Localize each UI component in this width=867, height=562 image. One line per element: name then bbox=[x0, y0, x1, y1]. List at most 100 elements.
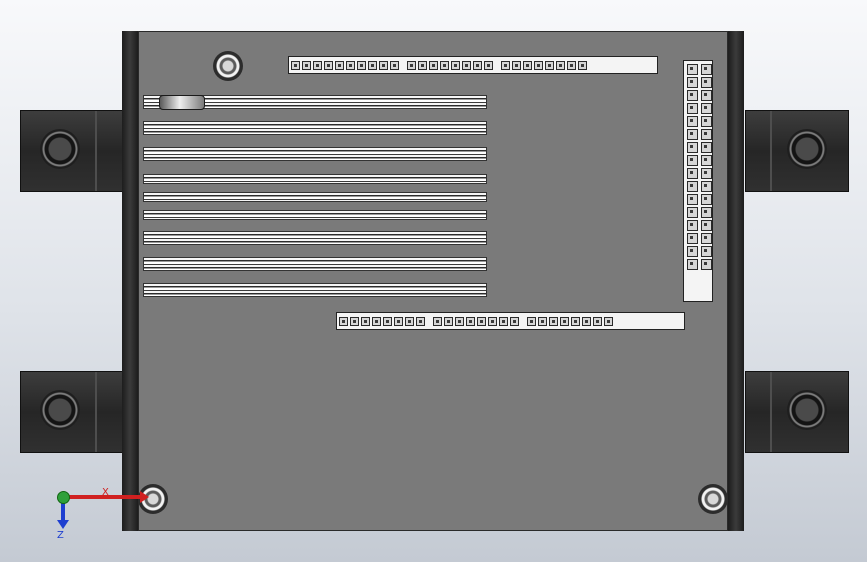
header-pin bbox=[687, 194, 698, 205]
cad-viewport[interactable]: X Z bbox=[0, 0, 867, 562]
coin-battery bbox=[159, 95, 205, 110]
expansion-slot bbox=[143, 257, 487, 271]
pin-group bbox=[527, 316, 613, 326]
expansion-slot bbox=[143, 192, 487, 202]
screw-top bbox=[213, 51, 243, 81]
header-pin bbox=[556, 60, 565, 70]
header-pin bbox=[701, 168, 712, 179]
header-pin bbox=[701, 220, 712, 231]
header-pin bbox=[462, 60, 471, 70]
header-pin bbox=[527, 316, 536, 326]
header-pin bbox=[687, 233, 698, 244]
mounting-hole bbox=[787, 129, 827, 169]
header-pin bbox=[593, 316, 602, 326]
header-pin bbox=[604, 316, 613, 326]
header-pin bbox=[313, 60, 322, 70]
header-pin bbox=[523, 60, 532, 70]
header-pin bbox=[501, 60, 510, 70]
header-pin bbox=[687, 181, 698, 192]
expansion-slot bbox=[143, 231, 487, 245]
mounting-ear-bottom-right bbox=[745, 371, 849, 453]
header-pin bbox=[701, 103, 712, 114]
header-pin bbox=[357, 60, 366, 70]
header-pin bbox=[701, 233, 712, 244]
header-pin bbox=[687, 77, 698, 88]
header-pin bbox=[687, 90, 698, 101]
y-axis-dot bbox=[57, 491, 70, 504]
header-pin bbox=[339, 316, 348, 326]
header-pin bbox=[405, 316, 414, 326]
pin-group bbox=[407, 60, 493, 70]
header-pin bbox=[291, 60, 300, 70]
header-pin bbox=[390, 60, 399, 70]
header-pin bbox=[701, 259, 712, 270]
enclosure-rail-right bbox=[728, 31, 744, 531]
header-pin bbox=[499, 316, 508, 326]
pin-header-bottom bbox=[336, 312, 685, 330]
header-pin bbox=[346, 60, 355, 70]
header-pin bbox=[567, 60, 576, 70]
header-pin bbox=[473, 60, 482, 70]
header-pin bbox=[687, 259, 698, 270]
header-pin bbox=[510, 316, 519, 326]
header-pin bbox=[687, 116, 698, 127]
header-pin bbox=[302, 60, 311, 70]
header-pin bbox=[538, 316, 547, 326]
header-pin bbox=[687, 168, 698, 179]
header-pin bbox=[701, 155, 712, 166]
header-pin bbox=[701, 194, 712, 205]
header-pin bbox=[451, 60, 460, 70]
pin-group bbox=[501, 60, 587, 70]
header-pin bbox=[444, 316, 453, 326]
mounting-ear-bottom-left bbox=[20, 371, 124, 453]
header-pin bbox=[687, 207, 698, 218]
header-pin bbox=[701, 129, 712, 140]
header-pin bbox=[701, 77, 712, 88]
header-pin bbox=[687, 142, 698, 153]
header-pin bbox=[379, 60, 388, 70]
axis-triad: X Z bbox=[52, 486, 149, 541]
header-pin bbox=[433, 316, 442, 326]
header-pin bbox=[549, 316, 558, 326]
header-pin bbox=[440, 60, 449, 70]
header-pin bbox=[394, 316, 403, 326]
header-pin bbox=[512, 60, 521, 70]
header-pin bbox=[335, 60, 344, 70]
header-pin bbox=[701, 142, 712, 153]
expansion-slot bbox=[143, 210, 487, 220]
expansion-slot bbox=[143, 147, 487, 161]
header-pin bbox=[571, 316, 580, 326]
header-pin bbox=[416, 316, 425, 326]
header-pin bbox=[429, 60, 438, 70]
header-pin bbox=[701, 181, 712, 192]
header-pin bbox=[560, 316, 569, 326]
screw-bottom-right bbox=[698, 484, 728, 514]
expansion-slot bbox=[143, 174, 487, 184]
header-pin bbox=[687, 220, 698, 231]
header-pin bbox=[407, 60, 416, 70]
header-pin bbox=[687, 155, 698, 166]
mounting-ear-top-left bbox=[20, 110, 124, 192]
header-pin bbox=[578, 60, 587, 70]
expansion-slot bbox=[143, 121, 487, 135]
header-pin bbox=[687, 64, 698, 75]
header-pin bbox=[368, 60, 377, 70]
header-pin bbox=[350, 316, 359, 326]
pin-group bbox=[339, 316, 425, 326]
header-pin bbox=[534, 60, 543, 70]
header-pin bbox=[488, 316, 497, 326]
header-pin bbox=[687, 129, 698, 140]
header-pin bbox=[701, 90, 712, 101]
header-pin bbox=[361, 316, 370, 326]
mounting-ear-top-right bbox=[745, 110, 849, 192]
pin-group bbox=[433, 316, 519, 326]
header-pin bbox=[324, 60, 333, 70]
expansion-slot bbox=[143, 283, 487, 297]
mounting-hole bbox=[40, 129, 80, 169]
header-pin bbox=[545, 60, 554, 70]
mounting-hole bbox=[40, 390, 80, 430]
header-pin bbox=[372, 316, 381, 326]
header-pin bbox=[701, 207, 712, 218]
header-pin bbox=[701, 246, 712, 257]
header-pin bbox=[418, 60, 427, 70]
